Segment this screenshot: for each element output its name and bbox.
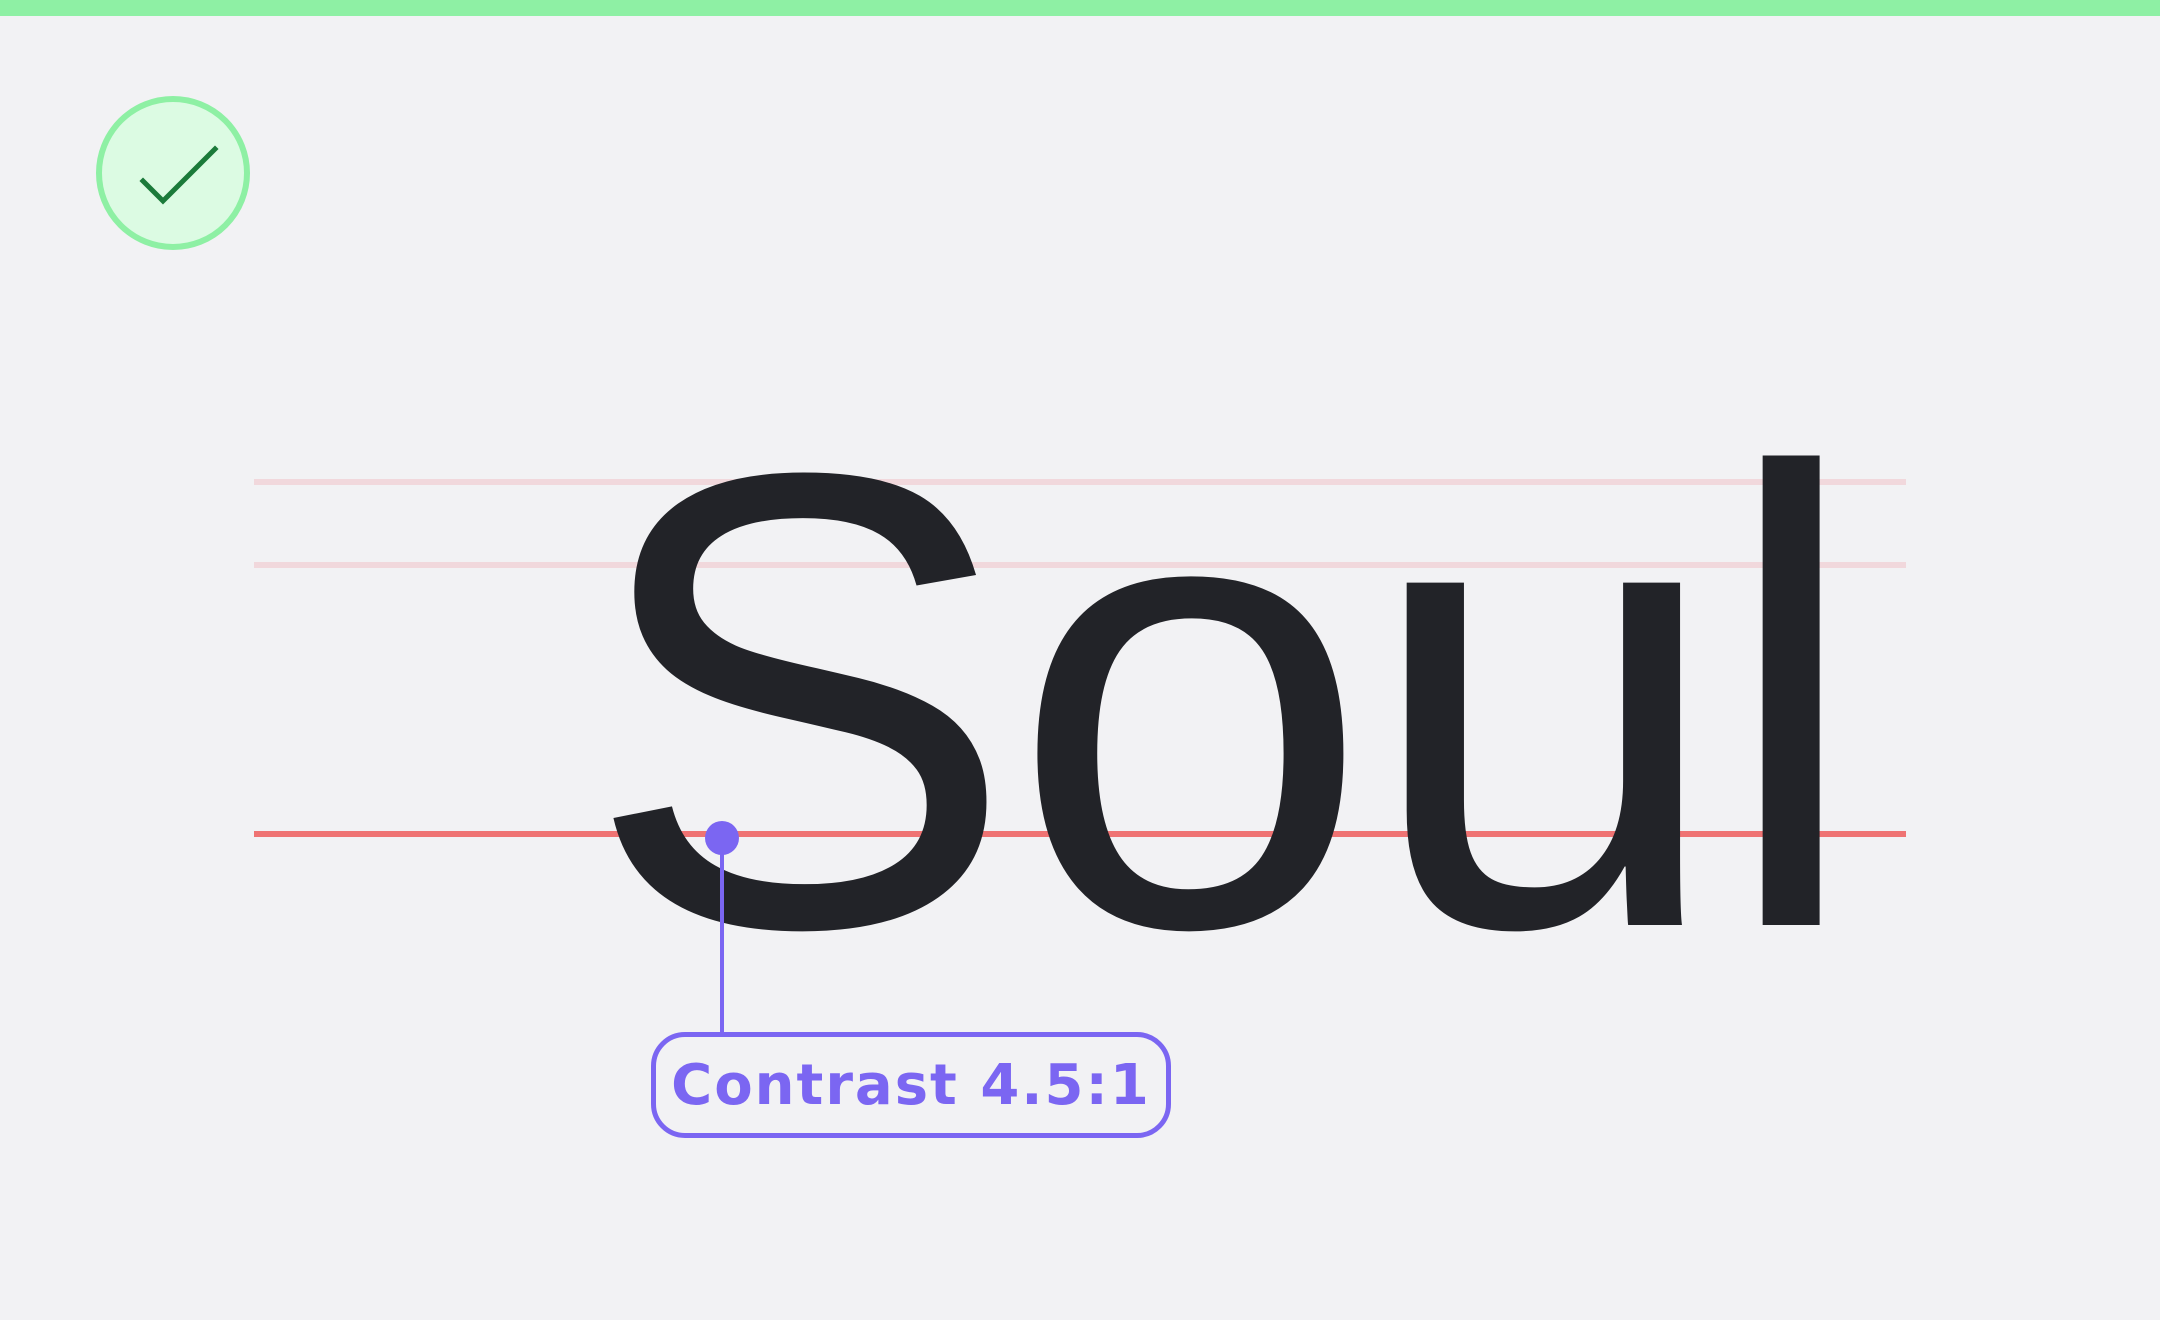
checkmark-icon — [139, 145, 219, 205]
top-status-bar — [0, 0, 2160, 16]
pass-badge — [96, 96, 250, 250]
callout-anchor-dot — [705, 821, 739, 855]
callout-connector-line — [720, 850, 724, 1035]
contrast-callout-label: Contrast 4.5:1 — [651, 1032, 1171, 1138]
specimen-word: Soul — [584, 339, 1863, 1063]
